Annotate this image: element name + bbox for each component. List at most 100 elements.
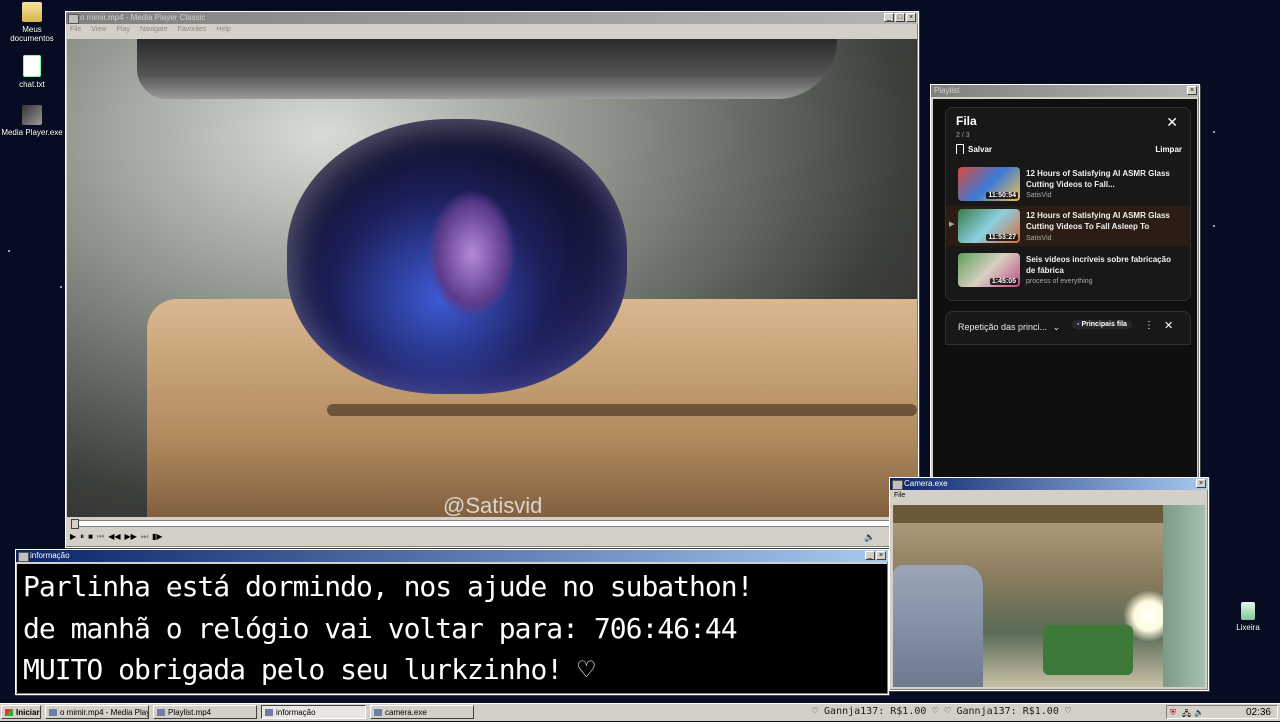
camera-icon [374,709,382,716]
info-titlebar[interactable]: informação _ × [16,550,888,562]
seek-bar[interactable] [71,519,914,529]
star [8,250,10,252]
board-groove [327,404,917,416]
taskbar-item-media-player[interactable]: o mimir.mp4 - Media Playe... [45,705,149,719]
video-title: Seis vídeos incríveis sobre fabricação d… [1026,255,1171,275]
recycle-bin-icon [1241,602,1255,620]
taskbar-item-playlist[interactable]: Playlist.mp4 [153,705,257,719]
camera-ceiling [893,505,1205,523]
close-queue-icon[interactable]: ✕ [1166,114,1178,131]
duration-badge: 11:50:54 [986,192,1018,199]
donation-ticker: ♡ Gannja137: R$1.00 ♡ ♡ Gannja137: R$1.0… [812,706,1071,717]
info-text-area: Parlinha está dormindo, nos ajude no sub… [17,564,887,693]
tray-volume-icon[interactable]: 🔈 [1194,708,1204,717]
close-icon[interactable]: ✕ [1164,319,1173,332]
playlist-item[interactable]: 1:45:05 Seis vídeos incríveis sobre fabr… [946,250,1190,290]
desktop-icon-documents[interactable]: Meus documentos [0,2,64,43]
principal-queue-chip[interactable]: ▪ Principais fila [1072,320,1132,329]
menu-play[interactable]: Play [116,24,130,35]
start-button[interactable]: Iniciar [1,705,41,719]
star [1213,131,1215,133]
menu-help[interactable]: Help [216,24,230,35]
info-window[interactable]: informação _ × Parlinha está dormindo, n… [15,549,889,695]
media-player-icon [49,709,57,716]
video-title: 12 Hours of Satisfying AI ASMR Glass Cut… [1026,169,1170,189]
chevron-down-icon: ⌄ [1052,322,1061,332]
app-icon [68,14,79,24]
minimize-button[interactable]: _ [865,551,875,560]
playlist-item[interactable]: 11:50:54 12 Hours of Satisfying AI ASMR … [946,164,1190,204]
video-frame[interactable]: @Satisvid [67,39,917,517]
duration-badge: 11:53:27 [986,234,1018,241]
seek-thumb[interactable] [71,519,79,529]
menu-navigate[interactable]: Navigate [140,24,168,35]
playlist-panel: Fila 2 / 3 ✕ Salvar Limpar 11:50:54 12 H… [933,99,1197,483]
camera-window-bars [1163,505,1205,687]
apple-core [427,189,517,319]
info-line-3: MUITO obrigada pelo seu lurkzinho! ♡ [23,653,595,686]
star [1213,225,1215,227]
app-icon [18,552,29,562]
next-icon[interactable]: ⏭ [141,532,148,544]
menu-view[interactable]: View [91,24,106,35]
forward-icon[interactable]: ▶▶ [125,532,137,544]
menu-file[interactable]: File [894,490,905,501]
desktop-icon-chat[interactable]: chat.txt [0,55,64,89]
tray-shield-icon[interactable]: ⛨ [1170,708,1176,718]
desktop-icon-media-player[interactable]: Media Player.exe [0,105,64,137]
video-watermark: @Satisvid [443,493,543,517]
camera-feed [893,505,1205,687]
video-thumbnail: 11:50:54 [958,167,1020,201]
playlist-window[interactable]: Playlist × Fila 2 / 3 ✕ Salvar Limpar 11… [930,84,1200,486]
save-button[interactable]: Salvar [956,144,992,154]
frame-step-icon[interactable]: ▮▶ [152,532,163,544]
desktop-icon-recycle-bin[interactable]: Lixeira [1216,602,1280,632]
play-icon[interactable]: ▶ [70,532,76,544]
taskbar-item-info[interactable]: informação [261,705,366,719]
camera-table [1043,625,1133,675]
playlist-item-current[interactable]: ▶ 11:53:27 12 Hours of Satisfying AI ASM… [946,206,1190,246]
system-tray: ⛨ 🖧 🔈 02:36 [1166,705,1278,719]
close-button[interactable]: × [1196,479,1206,488]
star [60,286,62,288]
volume-icon[interactable]: 🔈 [864,532,875,543]
autoplay-bar: Repetição das princi... ⌄ ▪ Principais f… [945,311,1191,345]
previous-icon[interactable]: ⏮ [97,532,104,544]
camera-window[interactable]: Camera.exe × File [889,477,1209,691]
media-player-window[interactable]: o mimir.mp4 - Media Player Classic _ □ ×… [65,11,919,548]
channel-name: process of everything [1026,278,1093,285]
stop-icon[interactable]: ■ [88,532,93,544]
info-line-1: Parlinha está dormindo, nos ajude no sub… [23,570,753,603]
clear-button[interactable]: Limpar [1155,145,1182,154]
text-file-icon [23,55,41,77]
playlist-chip-icon: ▪ [1077,321,1080,328]
media-player-titlebar[interactable]: o mimir.mp4 - Media Player Classic _ □ × [66,12,918,24]
queue-position: 2 / 3 [956,132,970,139]
maximize-button[interactable]: □ [895,13,905,22]
repeat-dropdown[interactable]: Repetição das princi... ⌄ [958,322,1060,333]
video-thumbnail: 1:45:05 [958,253,1020,287]
menu-file[interactable]: File [70,24,81,35]
camera-titlebar[interactable]: Camera.exe × [890,478,1208,490]
more-options-icon[interactable]: ⋮ [1144,320,1154,331]
clock[interactable]: 02:36 [1246,707,1271,718]
menu-bar: File View Play Navigate Favorites Help [66,24,918,35]
pause-icon[interactable]: ⏸ [80,532,84,544]
channel-name: SatisVid [1026,192,1052,199]
bookmark-icon [956,144,964,154]
close-button[interactable]: × [1187,86,1197,95]
video-thumbnail: 11:53:27 [958,209,1020,243]
taskbar-item-camera[interactable]: camera.exe [370,705,474,719]
playlist-titlebar[interactable]: Playlist × [931,85,1199,97]
close-button[interactable]: × [876,551,886,560]
menu-favorites[interactable]: Favorites [178,24,207,35]
close-button[interactable]: × [906,13,916,22]
camera-menu-bar: File [890,490,1208,501]
window-icon [157,709,165,716]
info-line-2: de manhã o relógio vai voltar para: 706:… [23,612,738,645]
minimize-button[interactable]: _ [884,13,894,22]
video-title: 12 Hours of Satisfying AI ASMR Glass Cut… [1026,211,1170,231]
queue-card: Fila 2 / 3 ✕ Salvar Limpar 11:50:54 12 H… [945,107,1191,301]
duration-badge: 1:45:05 [989,278,1018,285]
rewind-icon[interactable]: ◀◀ [108,532,120,544]
